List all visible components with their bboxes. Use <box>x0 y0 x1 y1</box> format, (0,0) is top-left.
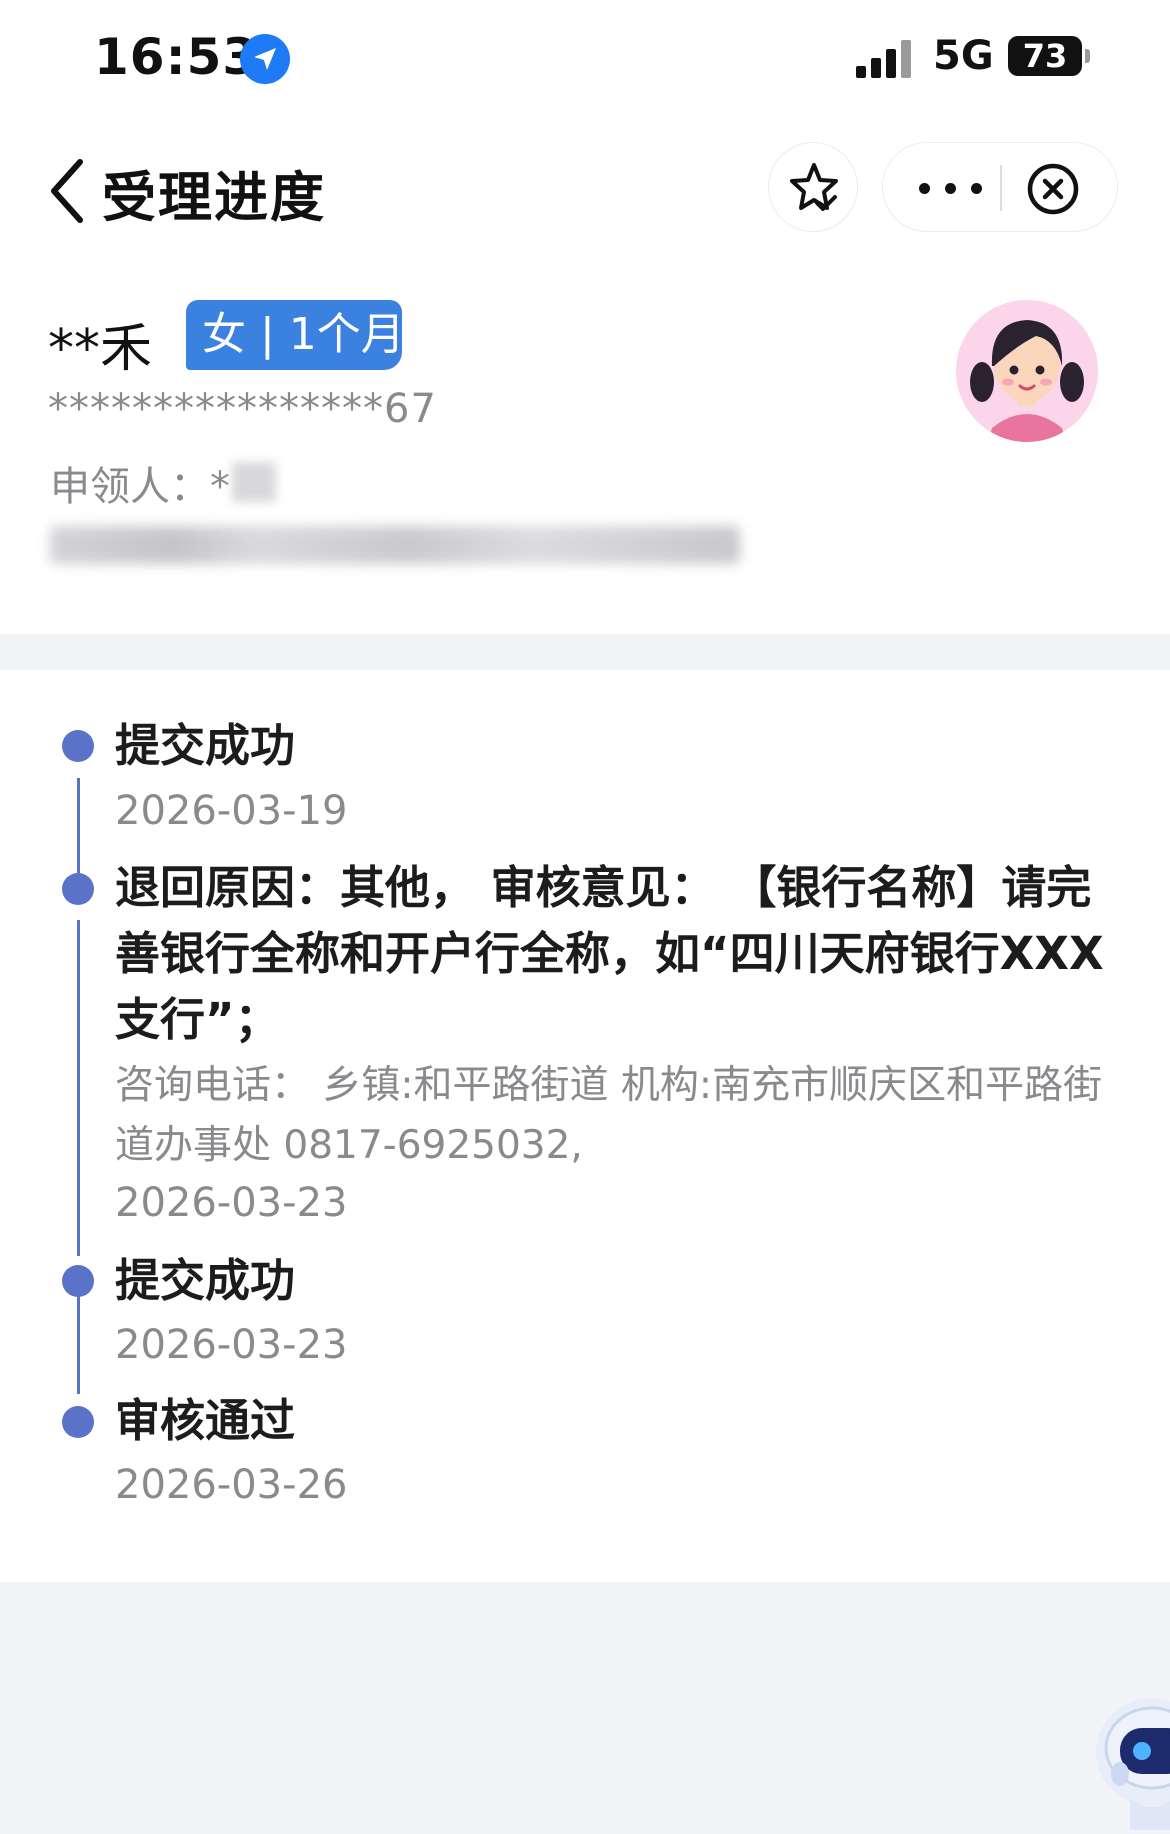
more-icon[interactable] <box>919 173 983 203</box>
status-time: 16:53 <box>94 28 259 86</box>
timeline-dot <box>62 1406 94 1438</box>
back-icon[interactable] <box>44 156 94 226</box>
favorite-button[interactable] <box>768 142 858 232</box>
timeline-step-title: 审核通过 <box>115 1394 296 1447</box>
robot-icon <box>1096 1698 1170 1830</box>
timeline-step-title: 提交成功 <box>115 719 296 772</box>
timeline-connector <box>77 920 80 1256</box>
screen: 16:53 5G 73 受理进度 **禾 女 | 1个月 ***********… <box>0 0 1170 1834</box>
id-number: ****************67 <box>48 386 437 432</box>
timeline-connector <box>77 1280 80 1394</box>
location-arrow-icon <box>240 34 290 84</box>
avatar <box>956 300 1098 442</box>
status-bar: 16:53 5G 73 <box>0 0 1170 118</box>
gender-age-badge: 女 | 1个月 <box>186 300 405 370</box>
nav-bar: 受理进度 <box>0 118 1170 258</box>
signal-icon <box>856 38 916 78</box>
timeline-step-date: 2026-03-19 <box>115 788 348 834</box>
timeline-dot <box>62 873 94 905</box>
timeline-step-title: 提交成功 <box>115 1254 296 1307</box>
progress-timeline: 提交成功 2026-03-19 退回原因：其他， 审核意见： 【银行名称】请完善… <box>0 670 1170 1582</box>
network-label: 5G <box>933 33 994 79</box>
star-check-icon <box>790 163 838 211</box>
timeline-dot <box>62 730 94 762</box>
capsule-divider <box>1000 165 1002 211</box>
close-icon[interactable] <box>1027 163 1079 215</box>
applicant-name-blurred <box>232 462 276 502</box>
assistant-robot-button[interactable] <box>1090 1670 1170 1834</box>
page-title: 受理进度 <box>102 166 326 229</box>
timeline-step-date: 2026-03-26 <box>115 1462 348 1508</box>
mini-program-capsule <box>882 142 1118 232</box>
blurred-account-line <box>50 526 740 564</box>
battery-tip <box>1085 49 1090 63</box>
timeline-step-title: 退回原因：其他， 审核意见： 【银行名称】请完善银行全称和开户行全称，如“四川天… <box>115 861 1104 1046</box>
timeline-step-date: 2026-03-23 <box>115 1180 348 1226</box>
battery-icon: 73 <box>1008 36 1082 76</box>
girl-avatar-icon <box>956 300 1098 442</box>
timeline-step-date: 2026-03-23 <box>115 1322 348 1368</box>
applicant-card: **禾 女 | 1个月 ****************67 申领人：* <box>0 258 1170 634</box>
child-name: **禾 <box>48 319 153 379</box>
timeline-step-detail: 咨询电话： 乡镇:和平路街道 机构:南充市顺庆区和平路街道办事处 0817-69… <box>115 1063 1103 1168</box>
timeline-dot <box>62 1265 94 1297</box>
applicant-label: 申领人：* <box>50 464 230 510</box>
